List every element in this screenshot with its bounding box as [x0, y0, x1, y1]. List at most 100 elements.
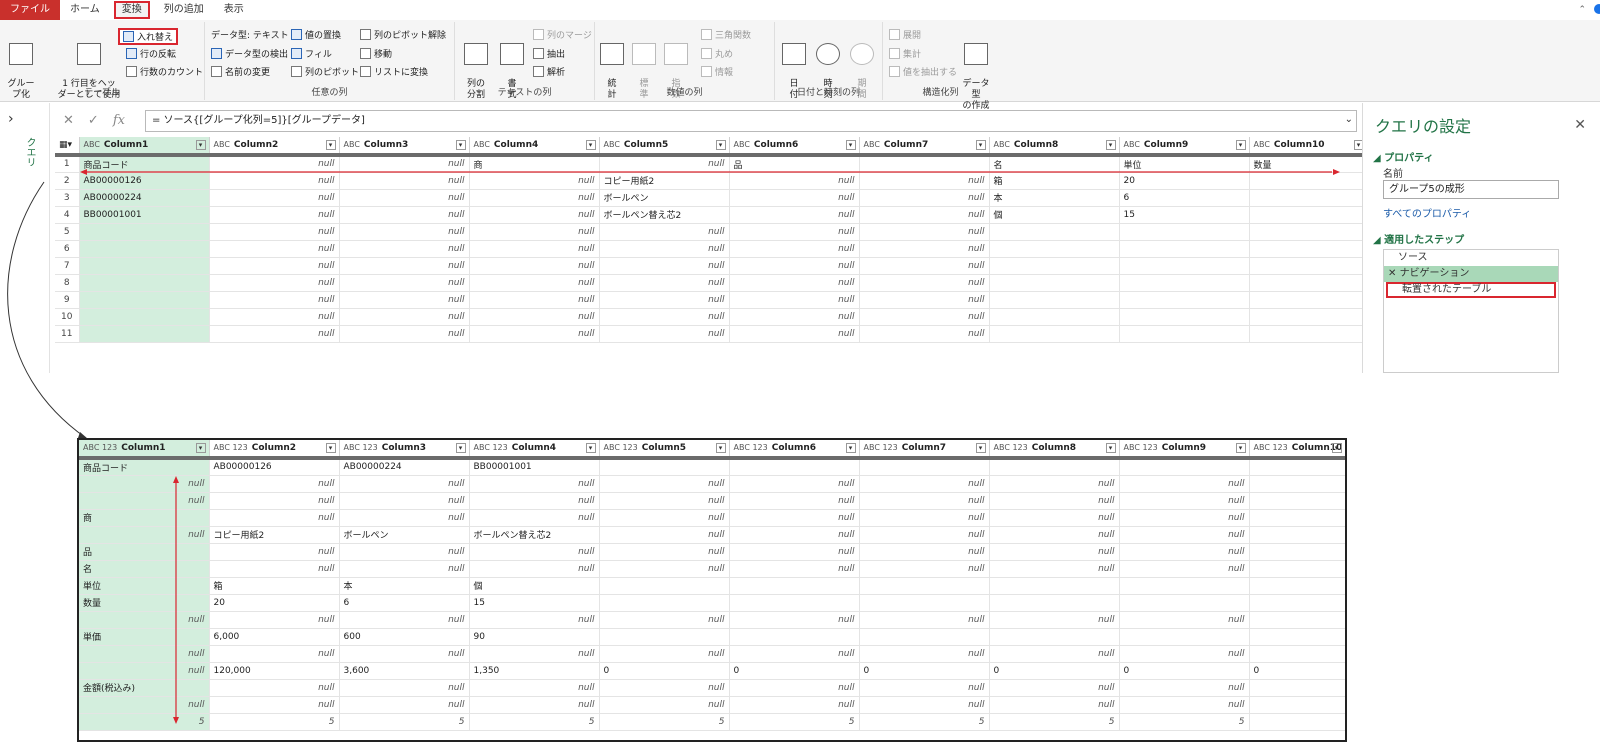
table-cell[interactable]: null [469, 509, 600, 527]
table-cell[interactable]: 品 [79, 543, 210, 561]
table-cell[interactable]: null [209, 696, 340, 714]
table-cell[interactable]: null [859, 308, 990, 326]
table-cell[interactable]: 箱 [209, 577, 340, 595]
type-icon[interactable]: ABC [474, 140, 490, 149]
table-cell[interactable] [729, 628, 860, 646]
table-cell[interactable] [859, 577, 990, 595]
table-cell[interactable]: null [729, 189, 860, 207]
table-cell[interactable]: null [599, 274, 730, 292]
table-cell[interactable]: null [729, 206, 860, 224]
table-cell[interactable]: ボールペン替え芯2 [599, 206, 730, 224]
table-cell[interactable]: null [859, 475, 990, 493]
table-cell[interactable]: null [469, 291, 600, 309]
table-cell[interactable] [989, 594, 1120, 612]
table-cell[interactable]: null [599, 543, 730, 561]
table-cell[interactable] [79, 325, 210, 343]
table-cell[interactable]: null [599, 492, 730, 510]
table-cell[interactable] [599, 577, 730, 595]
table-cell[interactable]: null [209, 611, 340, 629]
type-icon[interactable]: ABC 123 [214, 443, 248, 452]
table-cell[interactable]: 15 [1119, 206, 1250, 224]
extract-button[interactable]: 抽出 [533, 47, 565, 60]
table-cell[interactable]: null [469, 308, 600, 326]
table-cell[interactable]: null [599, 679, 730, 697]
table-cell[interactable]: null [729, 611, 860, 629]
table-cell[interactable] [79, 223, 210, 241]
table-cell[interactable] [1249, 543, 1345, 561]
table-cell[interactable]: null [859, 189, 990, 207]
table-cell[interactable]: null [79, 526, 210, 544]
column-header[interactable]: ABC 123 Column2 ▾ [209, 440, 340, 460]
filter-dropdown-icon[interactable]: ▾ [1331, 443, 1342, 453]
table-cell[interactable] [989, 257, 1120, 275]
table-cell[interactable]: null [729, 492, 860, 510]
table-cell[interactable]: null [209, 274, 340, 292]
column-header[interactable]: ABC Column3 ▾ [339, 137, 470, 157]
table-cell[interactable]: null [729, 257, 860, 275]
table-cell[interactable]: null [209, 308, 340, 326]
table-cell[interactable] [1249, 308, 1368, 326]
table-cell[interactable]: null [989, 526, 1120, 544]
table-cell[interactable]: 商 [79, 509, 210, 527]
table-cell[interactable]: null [989, 475, 1120, 493]
table-cell[interactable] [1119, 458, 1250, 476]
table-cell[interactable]: null [859, 509, 990, 527]
table-cell[interactable]: null [729, 223, 860, 241]
table-cell[interactable]: null [859, 526, 990, 544]
table-cell[interactable]: null [599, 291, 730, 309]
table-cell[interactable]: null [469, 645, 600, 663]
table-cell[interactable]: null [209, 257, 340, 275]
table-cell[interactable]: null [1119, 492, 1250, 510]
table-cell[interactable]: null [209, 509, 340, 527]
table-cell[interactable]: 6 [1119, 189, 1250, 207]
table-cell[interactable]: null [339, 223, 470, 241]
table-cell[interactable] [859, 628, 990, 646]
table-cell[interactable]: null [469, 325, 600, 343]
table-cell[interactable]: null [339, 509, 470, 527]
table-cell[interactable]: null [599, 257, 730, 275]
table-cell[interactable]: null [79, 475, 210, 493]
table-cell[interactable]: 600 [339, 628, 470, 646]
tab-add-column[interactable]: 列の追加 [154, 0, 214, 20]
table-cell[interactable] [1249, 240, 1368, 258]
table-cell[interactable]: 1,350 [469, 662, 600, 680]
table-cell[interactable] [1249, 458, 1345, 476]
filter-dropdown-icon[interactable]: ▾ [325, 140, 336, 150]
filter-dropdown-icon[interactable]: ▾ [1235, 140, 1246, 150]
filter-dropdown-icon[interactable]: ▾ [585, 443, 596, 453]
table-cell[interactable] [1249, 679, 1345, 697]
table-cell[interactable]: null [599, 645, 730, 663]
table-cell[interactable]: null [339, 240, 470, 258]
table-cell[interactable] [599, 594, 730, 612]
table-cell[interactable]: null [599, 509, 730, 527]
table-cell[interactable]: null [859, 560, 990, 578]
table-cell[interactable]: null [209, 679, 340, 697]
table-cell[interactable]: 6,000 [209, 628, 340, 646]
properties-header[interactable]: ◢ プロパティ [1373, 149, 1434, 164]
table-cell[interactable]: null [859, 696, 990, 714]
table-cell[interactable] [1249, 274, 1368, 292]
table-cell[interactable]: null [599, 526, 730, 544]
filter-dropdown-icon[interactable]: ▾ [845, 140, 856, 150]
filter-dropdown-icon[interactable]: ▾ [325, 443, 336, 453]
table-cell[interactable]: null [209, 645, 340, 663]
table-cell[interactable]: 15 [469, 594, 600, 612]
filter-dropdown-icon[interactable]: ▾ [455, 443, 466, 453]
detect-data-type-button[interactable]: データ型の検出 [211, 47, 288, 60]
column-header[interactable]: ABC 123 Column10 ▾ [1249, 440, 1345, 460]
table-cell[interactable]: null [729, 543, 860, 561]
expand-button[interactable]: 展開 [889, 28, 921, 41]
table-cell[interactable]: null [1119, 611, 1250, 629]
table-cell[interactable]: null [989, 696, 1120, 714]
table-cell[interactable]: null [729, 645, 860, 663]
table-cell[interactable]: null [859, 492, 990, 510]
table-cell[interactable] [859, 594, 990, 612]
table-cell[interactable] [1119, 577, 1250, 595]
table-cell[interactable]: null [339, 560, 470, 578]
step-item[interactable]: ソース [1384, 250, 1558, 266]
cancel-icon[interactable]: ✕ [63, 113, 74, 128]
table-cell[interactable]: null [989, 509, 1120, 527]
table-cell[interactable]: 0 [1249, 662, 1345, 680]
table-cell[interactable]: ボールペン [339, 526, 470, 544]
table-cell[interactable]: null [1119, 543, 1250, 561]
